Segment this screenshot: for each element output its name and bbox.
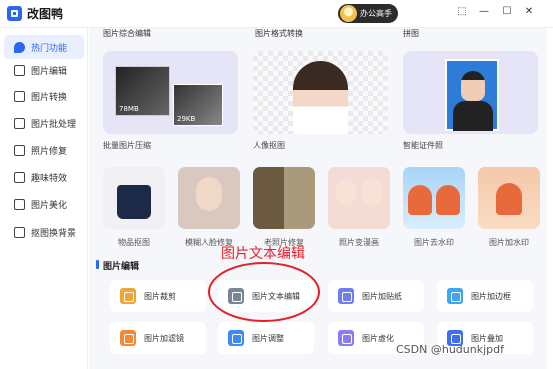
feature-label[interactable]: 图片格式转换 bbox=[255, 28, 303, 39]
item-cutout-thumb[interactable] bbox=[103, 167, 165, 229]
sidebar-item-convert[interactable]: 图片转换 bbox=[4, 84, 84, 108]
sidebar-item-label: 图片转换 bbox=[31, 92, 68, 103]
section-title: 图片编辑 bbox=[103, 262, 140, 272]
feature-label[interactable]: 拼图 bbox=[403, 28, 419, 39]
thumb-caption: 图片去水印 bbox=[414, 238, 454, 247]
portrait-woman bbox=[293, 61, 348, 134]
add-watermark-thumb[interactable] bbox=[478, 167, 540, 229]
skin-icon[interactable]: ⬚ bbox=[455, 6, 469, 17]
cutout-icon bbox=[14, 226, 25, 238]
sidebar-item-batch[interactable]: 图片批处理 bbox=[4, 111, 84, 135]
size-after: 29KB bbox=[177, 115, 196, 123]
id-photo-face bbox=[461, 71, 485, 101]
tool-border[interactable]: 图片加边框 bbox=[437, 280, 533, 312]
border-icon bbox=[447, 288, 463, 304]
tool-sticker[interactable]: 图片加贴纸 bbox=[328, 280, 424, 312]
user-account-button[interactable]: 办公高手 bbox=[338, 4, 398, 23]
cat-photo-large: 78MB bbox=[115, 66, 170, 116]
annotation-text: 图片文本编辑 bbox=[221, 246, 305, 262]
id-photo bbox=[445, 59, 499, 131]
cat-photo-small: 29KB bbox=[173, 84, 223, 126]
batch-compress-card[interactable]: 78MB 29KB bbox=[103, 51, 238, 134]
close-button[interactable]: ✕ bbox=[522, 6, 536, 17]
cartoon-thumb[interactable] bbox=[328, 167, 390, 229]
minimize-button[interactable]: — bbox=[477, 6, 491, 17]
balloon-2 bbox=[436, 185, 460, 215]
sidebar-item-beautify[interactable]: 图片美化 bbox=[4, 192, 84, 216]
balloon-1 bbox=[408, 185, 432, 215]
maximize-button[interactable]: ☐ bbox=[500, 6, 514, 17]
feature-caption: 人像抠图 bbox=[253, 141, 285, 150]
user-avatar bbox=[340, 5, 357, 22]
annotation-circle bbox=[208, 262, 320, 322]
id-photo-suit bbox=[453, 101, 493, 131]
repair-icon bbox=[14, 144, 25, 156]
thumb-caption: 照片变漫画 bbox=[339, 238, 379, 247]
thumb-caption: 图片加水印 bbox=[489, 238, 529, 247]
app-logo-icon bbox=[7, 6, 22, 21]
tool-label: 图片裁剪 bbox=[144, 291, 176, 301]
tool-label: 图片虚化 bbox=[362, 333, 394, 343]
sidebar-item-cutout[interactable]: 抠图换背景 bbox=[4, 220, 84, 244]
feature-label[interactable]: 图片综合编辑 bbox=[103, 28, 151, 39]
fire-icon bbox=[14, 41, 25, 53]
tool-filter[interactable]: 图片加滤镜 bbox=[110, 322, 206, 354]
sidebar-item-label: 图片批处理 bbox=[31, 119, 77, 130]
cartoon-face-2 bbox=[362, 179, 382, 205]
face-repair-thumb[interactable] bbox=[178, 167, 240, 229]
title-bar: 改图鸭 办公高手 ⬚ — ☐ ✕ bbox=[0, 0, 553, 28]
id-photo-card[interactable] bbox=[403, 51, 538, 134]
thumb-caption: 物品抠图 bbox=[118, 238, 150, 247]
balloon-3 bbox=[496, 183, 522, 215]
tool-label: 图片调整 bbox=[252, 333, 284, 343]
tool-label: 图片加贴纸 bbox=[362, 291, 402, 301]
sidebar-item-label: 图片美化 bbox=[31, 200, 68, 211]
sidebar-item-repair[interactable]: 照片修复 bbox=[4, 138, 84, 162]
sidebar-item-image-edit[interactable]: 图片编辑 bbox=[4, 58, 84, 82]
convert-icon bbox=[14, 90, 25, 102]
size-before: 78MB bbox=[119, 105, 139, 113]
sidebar-item-label: 照片修复 bbox=[31, 146, 68, 157]
app-title: 改图鸭 bbox=[27, 7, 64, 21]
feature-caption: 智能证件照 bbox=[403, 141, 443, 150]
beautify-icon bbox=[14, 198, 25, 210]
sidebar-item-hot[interactable]: 热门功能 bbox=[4, 35, 84, 59]
sidebar-item-label: 趣味特效 bbox=[31, 173, 68, 184]
face-image bbox=[196, 177, 222, 211]
sidebar-item-effects[interactable]: 趣味特效 bbox=[4, 165, 84, 189]
crop-icon bbox=[120, 288, 136, 304]
tool-label: 图片加边框 bbox=[471, 291, 511, 301]
tool-label: 图片叠加 bbox=[471, 333, 503, 343]
effects-icon bbox=[14, 171, 25, 183]
user-name: 办公高手 bbox=[360, 9, 392, 18]
remove-watermark-thumb[interactable] bbox=[403, 167, 465, 229]
tool-crop[interactable]: 图片裁剪 bbox=[110, 280, 206, 312]
sidebar-item-label: 热门功能 bbox=[31, 43, 68, 54]
old-photo-thumb[interactable] bbox=[253, 167, 315, 229]
portrait-cutout-card[interactable] bbox=[253, 51, 388, 134]
sidebar-item-label: 抠图换背景 bbox=[31, 228, 77, 239]
watermark-text: CSDN @hudunkjpdf bbox=[396, 343, 504, 356]
blur-icon bbox=[338, 330, 354, 346]
tool-label: 图片加滤镜 bbox=[144, 333, 184, 343]
sticker-icon bbox=[338, 288, 354, 304]
batch-icon bbox=[14, 117, 25, 129]
sidebar: 热门功能 图片编辑 图片转换 图片批处理 照片修复 趣味特效 图片美化 抠图换背… bbox=[0, 28, 88, 369]
cartoon-face-1 bbox=[336, 179, 356, 205]
feature-caption: 批量图片压缩 bbox=[103, 141, 151, 150]
image-edit-icon bbox=[14, 64, 25, 76]
filter-icon bbox=[120, 330, 136, 346]
sidebar-item-label: 图片编辑 bbox=[31, 66, 68, 77]
tool-adjust[interactable]: 图片调整 bbox=[218, 322, 314, 354]
section-accent bbox=[96, 260, 99, 269]
bag-image bbox=[117, 185, 151, 219]
adjust-icon bbox=[228, 330, 244, 346]
